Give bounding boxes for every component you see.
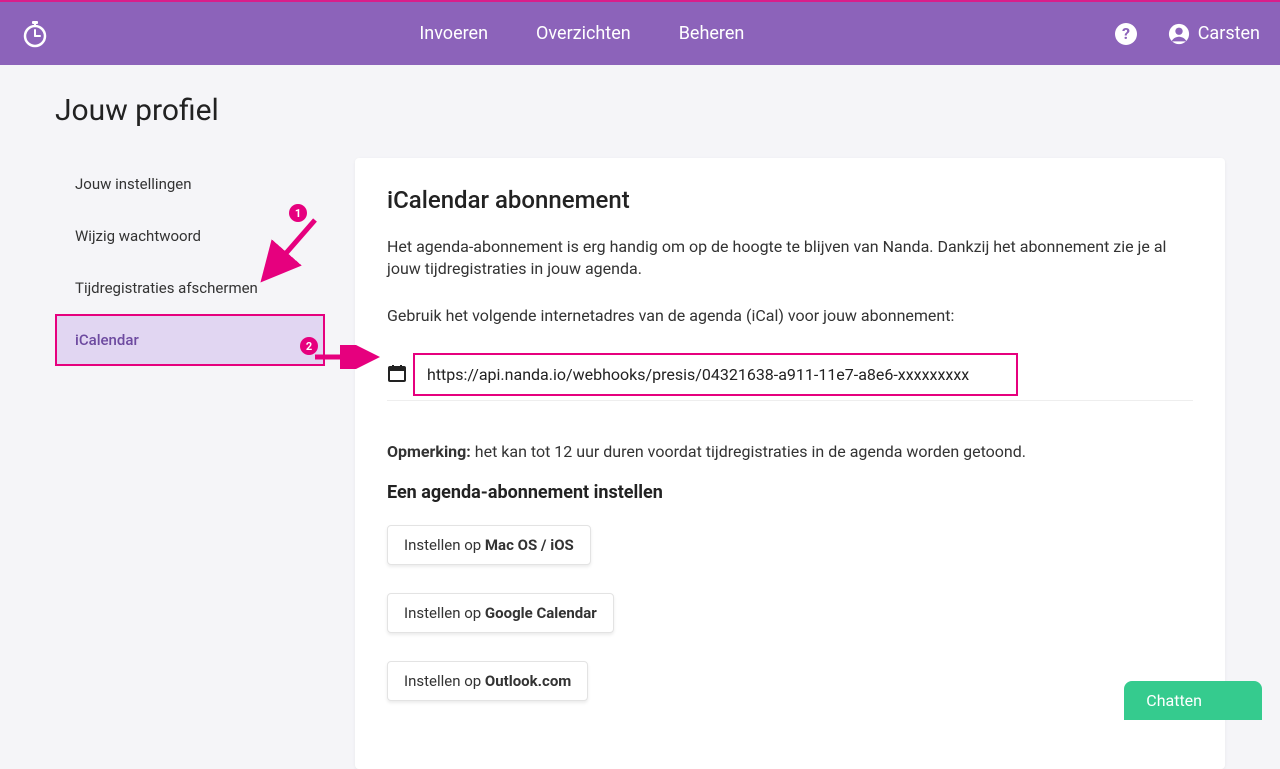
setup-button-outlook[interactable]: Instellen op Outlook.com	[387, 661, 588, 701]
app-header: Invoeren Overzichten Beheren ? Carsten	[0, 2, 1280, 65]
card-heading: iCalendar abonnement	[387, 186, 1193, 214]
note-label: Opmerking:	[387, 442, 471, 461]
setup-bold: Mac OS / iOS	[485, 536, 574, 554]
main-nav: Invoeren Overzichten Beheren	[50, 23, 1114, 44]
nav-invoeren[interactable]: Invoeren	[419, 23, 488, 44]
svg-text:?: ?	[1122, 24, 1130, 43]
page-title: Jouw profiel	[55, 93, 1225, 128]
chat-label: Chatten	[1146, 691, 1202, 710]
setup-prefix: Instellen op	[404, 604, 485, 622]
note-text: het kan tot 12 uur duren voordat tijdreg…	[471, 442, 1026, 461]
setup-bold: Outlook.com	[485, 672, 571, 690]
setup-prefix: Instellen op	[404, 536, 485, 554]
card-note: Opmerking: het kan tot 12 uur duren voor…	[387, 441, 1193, 463]
setup-button-google[interactable]: Instellen op Google Calendar	[387, 593, 614, 633]
sidebar-item-instellingen[interactable]: Jouw instellingen	[55, 158, 325, 210]
user-icon	[1168, 23, 1190, 45]
card-prompt: Gebruik het volgende internetadres van d…	[387, 305, 1193, 327]
user-menu[interactable]: Carsten	[1168, 23, 1260, 45]
setup-bold: Google Calendar	[485, 604, 597, 622]
chat-widget[interactable]: Chatten	[1124, 681, 1262, 720]
sidebar-item-tijdregistraties[interactable]: Tijdregistraties afschermen	[55, 262, 325, 314]
app-logo[interactable]	[20, 19, 50, 49]
card-subheading: Een agenda-abonnement instellen	[387, 482, 1193, 503]
setup-button-macos[interactable]: Instellen op Mac OS / iOS	[387, 525, 591, 565]
sidebar-item-icalendar[interactable]: iCalendar	[55, 314, 325, 366]
user-name: Carsten	[1198, 23, 1260, 44]
content-card: iCalendar abonnement Het agenda-abonneme…	[355, 158, 1225, 769]
calendar-icon	[387, 363, 407, 387]
setup-prefix: Instellen op	[404, 672, 485, 690]
card-intro: Het agenda-abonnement is erg handig om o…	[387, 236, 1193, 281]
profile-sidebar: Jouw instellingen Wijzig wachtwoord Tijd…	[55, 158, 325, 366]
nav-overzichten[interactable]: Overzichten	[536, 23, 631, 44]
sidebar-item-wachtwoord[interactable]: Wijzig wachtwoord	[55, 210, 325, 262]
stopwatch-icon	[20, 19, 50, 49]
help-icon[interactable]: ?	[1114, 22, 1138, 46]
ical-url-input[interactable]	[413, 353, 1018, 396]
nav-beheren[interactable]: Beheren	[679, 23, 745, 44]
